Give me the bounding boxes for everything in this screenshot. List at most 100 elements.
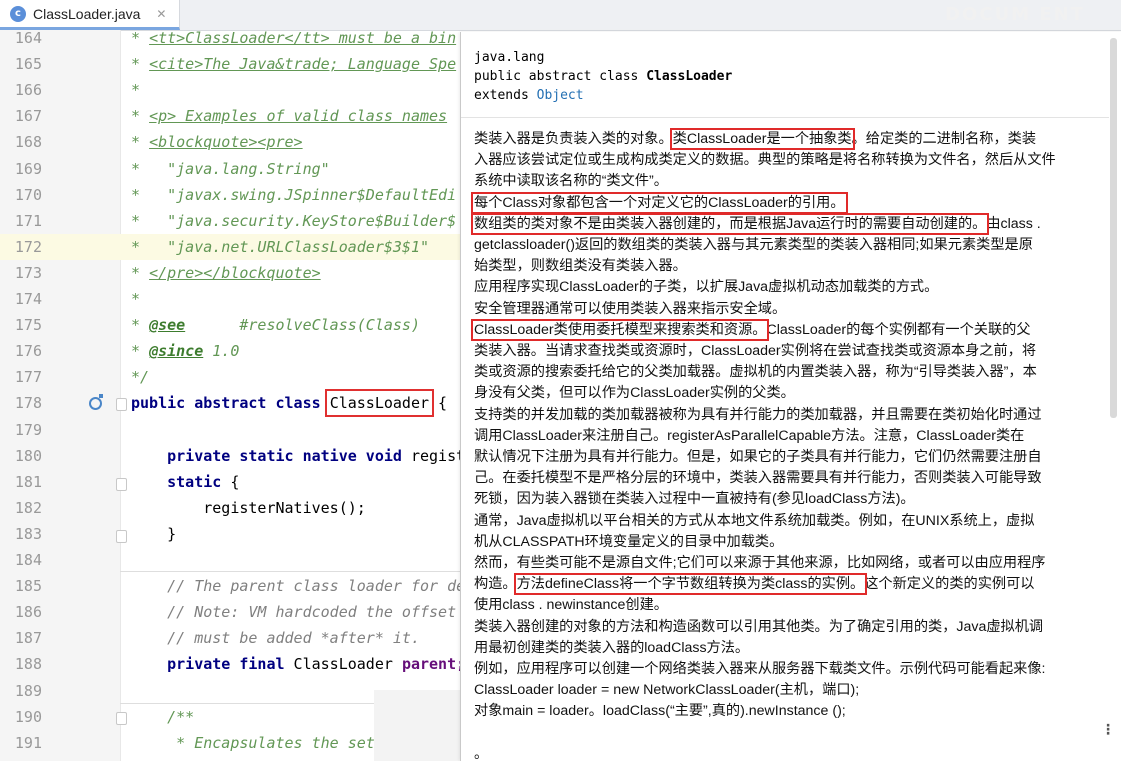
doc-text: 通常，Java虚拟机以平台相关的方式从本地文件系统加载类。例如，在UNIX系统上… <box>474 512 1035 529</box>
code-token: @since <box>149 342 204 361</box>
doc-text: 构造。 <box>474 576 517 593</box>
code-text: * <box>131 286 140 312</box>
code-token: * <box>131 29 150 47</box>
doc-text: 己。在委托模型不是严格分层的环境中，类装入器需要具有并行能力，否则类装入可能导致 <box>474 470 1042 487</box>
line-number: 190 <box>14 707 42 726</box>
line-number: 186 <box>14 603 42 622</box>
doc-text: 身没有父类，但可以作为ClassLoader实例的父类。 <box>474 385 795 402</box>
doc-declaration: public abstract class ClassLoader <box>474 69 733 84</box>
line-number: 164 <box>14 29 42 47</box>
doc-scrollbar[interactable] <box>1110 38 1117 418</box>
code-text: * <tt>ClassLoader</tt> must be a bin <box>131 25 456 51</box>
doc-line: 对象main = loader。loadClass(“主要”,真的).newIn… <box>474 701 846 722</box>
code-text: // Note: VM hardcoded the offset <box>131 599 456 625</box>
doc-text: 类或资源的搜索委托给它的父类加载器。虚拟机的内置类装入器，称为“引导类装入器”，… <box>474 364 1037 381</box>
doc-object-link[interactable]: Object <box>537 88 584 103</box>
doc-divider <box>461 117 1109 118</box>
code-token: * "java.lang.String" <box>131 159 330 178</box>
code-token: * "java.net.URLClassLoader$3$1" <box>131 237 430 256</box>
doc-line: 始类型，则数组类没有类装入器。 <box>474 256 687 277</box>
doc-text: getclassloader()返回的数组类的类装入器与其元素类型的类装入器相同… <box>474 237 1033 253</box>
code-token: #resolveClass(Class) <box>185 316 420 335</box>
code-text: // must be added *after* it. <box>131 625 420 651</box>
highlight-box: ClassLoader类使用委托模型来搜索类和资源。 <box>470 318 770 341</box>
code-token: // The parent class loader for de <box>131 577 466 596</box>
doc-text: 调用ClassLoader来注册自己。registerAsParallelCap… <box>474 427 1025 444</box>
code-text: registerNatives(); <box>131 495 366 521</box>
doc-text: 安全管理器通常可以使用类装入器来指示安全域。 <box>474 300 787 317</box>
doc-line: 类装入器。当请求查找类或资源时，ClassLoader实例将在尝试查找类或资源本… <box>474 341 1036 362</box>
doc-text: 系统中读取该名称的“类文件”。 <box>474 173 668 190</box>
doc-text: 入器应该尝试定位或生成构成类定义的数据。典型的策略是将名称转换为文件名，然后从文… <box>474 152 1056 169</box>
doc-line: 默认情况下注册为具有并行能力。但是，如果它的子类具有并行能力，它们仍然需要注册自 <box>474 447 1042 468</box>
doc-text: 例如，应用程序可以创建一个网络类装入器来从服务器下载类文件。示例代码可能看起来像… <box>474 661 1046 677</box>
code-token: // Note: VM hardcoded the offset <box>131 603 457 622</box>
code-token: public abstract class <box>131 394 321 413</box>
doc-line: 安全管理器通常可以使用类装入器来指示安全域。 <box>474 299 786 320</box>
code-text: /** <box>131 704 194 730</box>
java-class-icon: c <box>10 5 26 22</box>
code-token: <cite>The Java&trade; Language Spe <box>149 55 457 74</box>
code-token: } <box>131 524 177 543</box>
code-text: * @see #resolveClass(Class) <box>131 312 420 338</box>
code-token: <blockquote><pre> <box>149 133 303 152</box>
line-number: 183 <box>14 524 42 543</box>
code-token: * <box>131 55 150 74</box>
code-text: * "java.lang.String" <box>131 156 330 182</box>
doc-text: ClassLoader的每个实例都有一个关联的父 <box>766 321 1031 338</box>
line-number: 181 <box>14 472 42 491</box>
doc-line: 入器应该尝试定位或生成构成类定义的数据。典型的策略是将名称转换为文件名，然后从文… <box>474 150 1056 171</box>
code-token: /** <box>131 707 195 726</box>
quick-documentation-popup[interactable]: java.lang public abstract class ClassLoa… <box>460 32 1121 761</box>
doc-text: 然而，有些类可能不是源自文件;它们可以来源于其他来源，比如网络，或者可以由应用程… <box>474 555 1046 571</box>
line-number: 187 <box>14 629 42 648</box>
code-token: </pre></blockquote> <box>149 263 321 282</box>
doc-text: 对象main = loader。loadClass(“主要”,真的).newIn… <box>474 703 846 720</box>
editor-lower-shade <box>374 690 464 761</box>
code-token: <p> Examples of valid class names <box>149 107 448 126</box>
doc-text: 类装入器。当请求查找类或资源时，ClassLoader实例将在尝试查找类或资源本… <box>474 343 1037 359</box>
line-number: 179 <box>14 420 42 439</box>
code-text: * <cite>The Java&trade; Language Spe <box>131 51 456 77</box>
code-text: * "java.security.KeyStore$Builder$ <box>131 208 456 234</box>
doc-line: 例如，应用程序可以创建一个网络类装入器来从服务器下载类文件。示例代码可能看起来像… <box>474 659 1045 680</box>
doc-text: 由class . <box>986 215 1041 232</box>
line-number: 178 <box>14 394 42 413</box>
code-token: // must be added *after* it. <box>131 629 420 648</box>
doc-text: 始类型，则数组类没有类装入器。 <box>474 258 687 275</box>
code-token: private final <box>131 655 285 674</box>
code-text: * @since 1.0 <box>131 338 239 364</box>
highlight-box: 类ClassLoader是一个抽象类 <box>669 128 855 150</box>
code-text: private static native void regist <box>131 443 465 469</box>
doc-line: 系统中读取该名称的“类文件”。 <box>474 171 668 192</box>
doc-line: 死锁，因为装入器锁在类装入过程中一直被持有(参见loadClass方法)。 <box>474 489 915 510</box>
highlight-box: 数组类的类对象不是由类装入器创建的，而是根据Java运行时的需要自动创建的。 <box>470 212 990 235</box>
close-icon[interactable]: ✕ <box>156 7 166 21</box>
line-number: 174 <box>14 290 42 308</box>
code-text: */ <box>131 364 149 390</box>
code-token: static <box>131 472 222 491</box>
code-text: * </pre></blockquote> <box>131 260 321 286</box>
doc-text: 机从CLASSPATH环境变量定义的目录中加载类。 <box>474 533 784 550</box>
fold-marker-icon[interactable] <box>116 398 127 411</box>
doc-package: java.lang <box>474 50 545 65</box>
implemented-marker-icon[interactable] <box>89 394 103 410</box>
doc-class-name: ClassLoader <box>646 69 733 84</box>
line-number: 166 <box>14 81 42 100</box>
code-token: registerNatives(); <box>131 498 366 517</box>
code-text: * <box>131 77 140 103</box>
doc-extends: extends Object <box>474 88 584 103</box>
fold-marker-icon[interactable] <box>116 712 127 725</box>
doc-text: 使用class . newinstance创建。 <box>474 597 668 614</box>
line-number: 167 <box>14 107 42 126</box>
line-number: 180 <box>14 446 42 465</box>
fold-marker-icon[interactable] <box>116 530 127 543</box>
fold-marker-icon[interactable] <box>116 478 127 491</box>
code-token: private static native void <box>131 446 402 465</box>
doc-line: ClassLoader loader = new NetworkClassLoa… <box>474 680 859 701</box>
doc-line: 构造。方法defineClass将一个字节数组转换为类class的实例。这个新定… <box>474 573 1035 596</box>
line-number: 168 <box>14 133 42 152</box>
code-token: ClassLoader <box>284 655 402 674</box>
more-options-icon[interactable]: ⋮ <box>1101 723 1115 737</box>
code-text: public abstract class ClassLoader { <box>131 389 447 418</box>
